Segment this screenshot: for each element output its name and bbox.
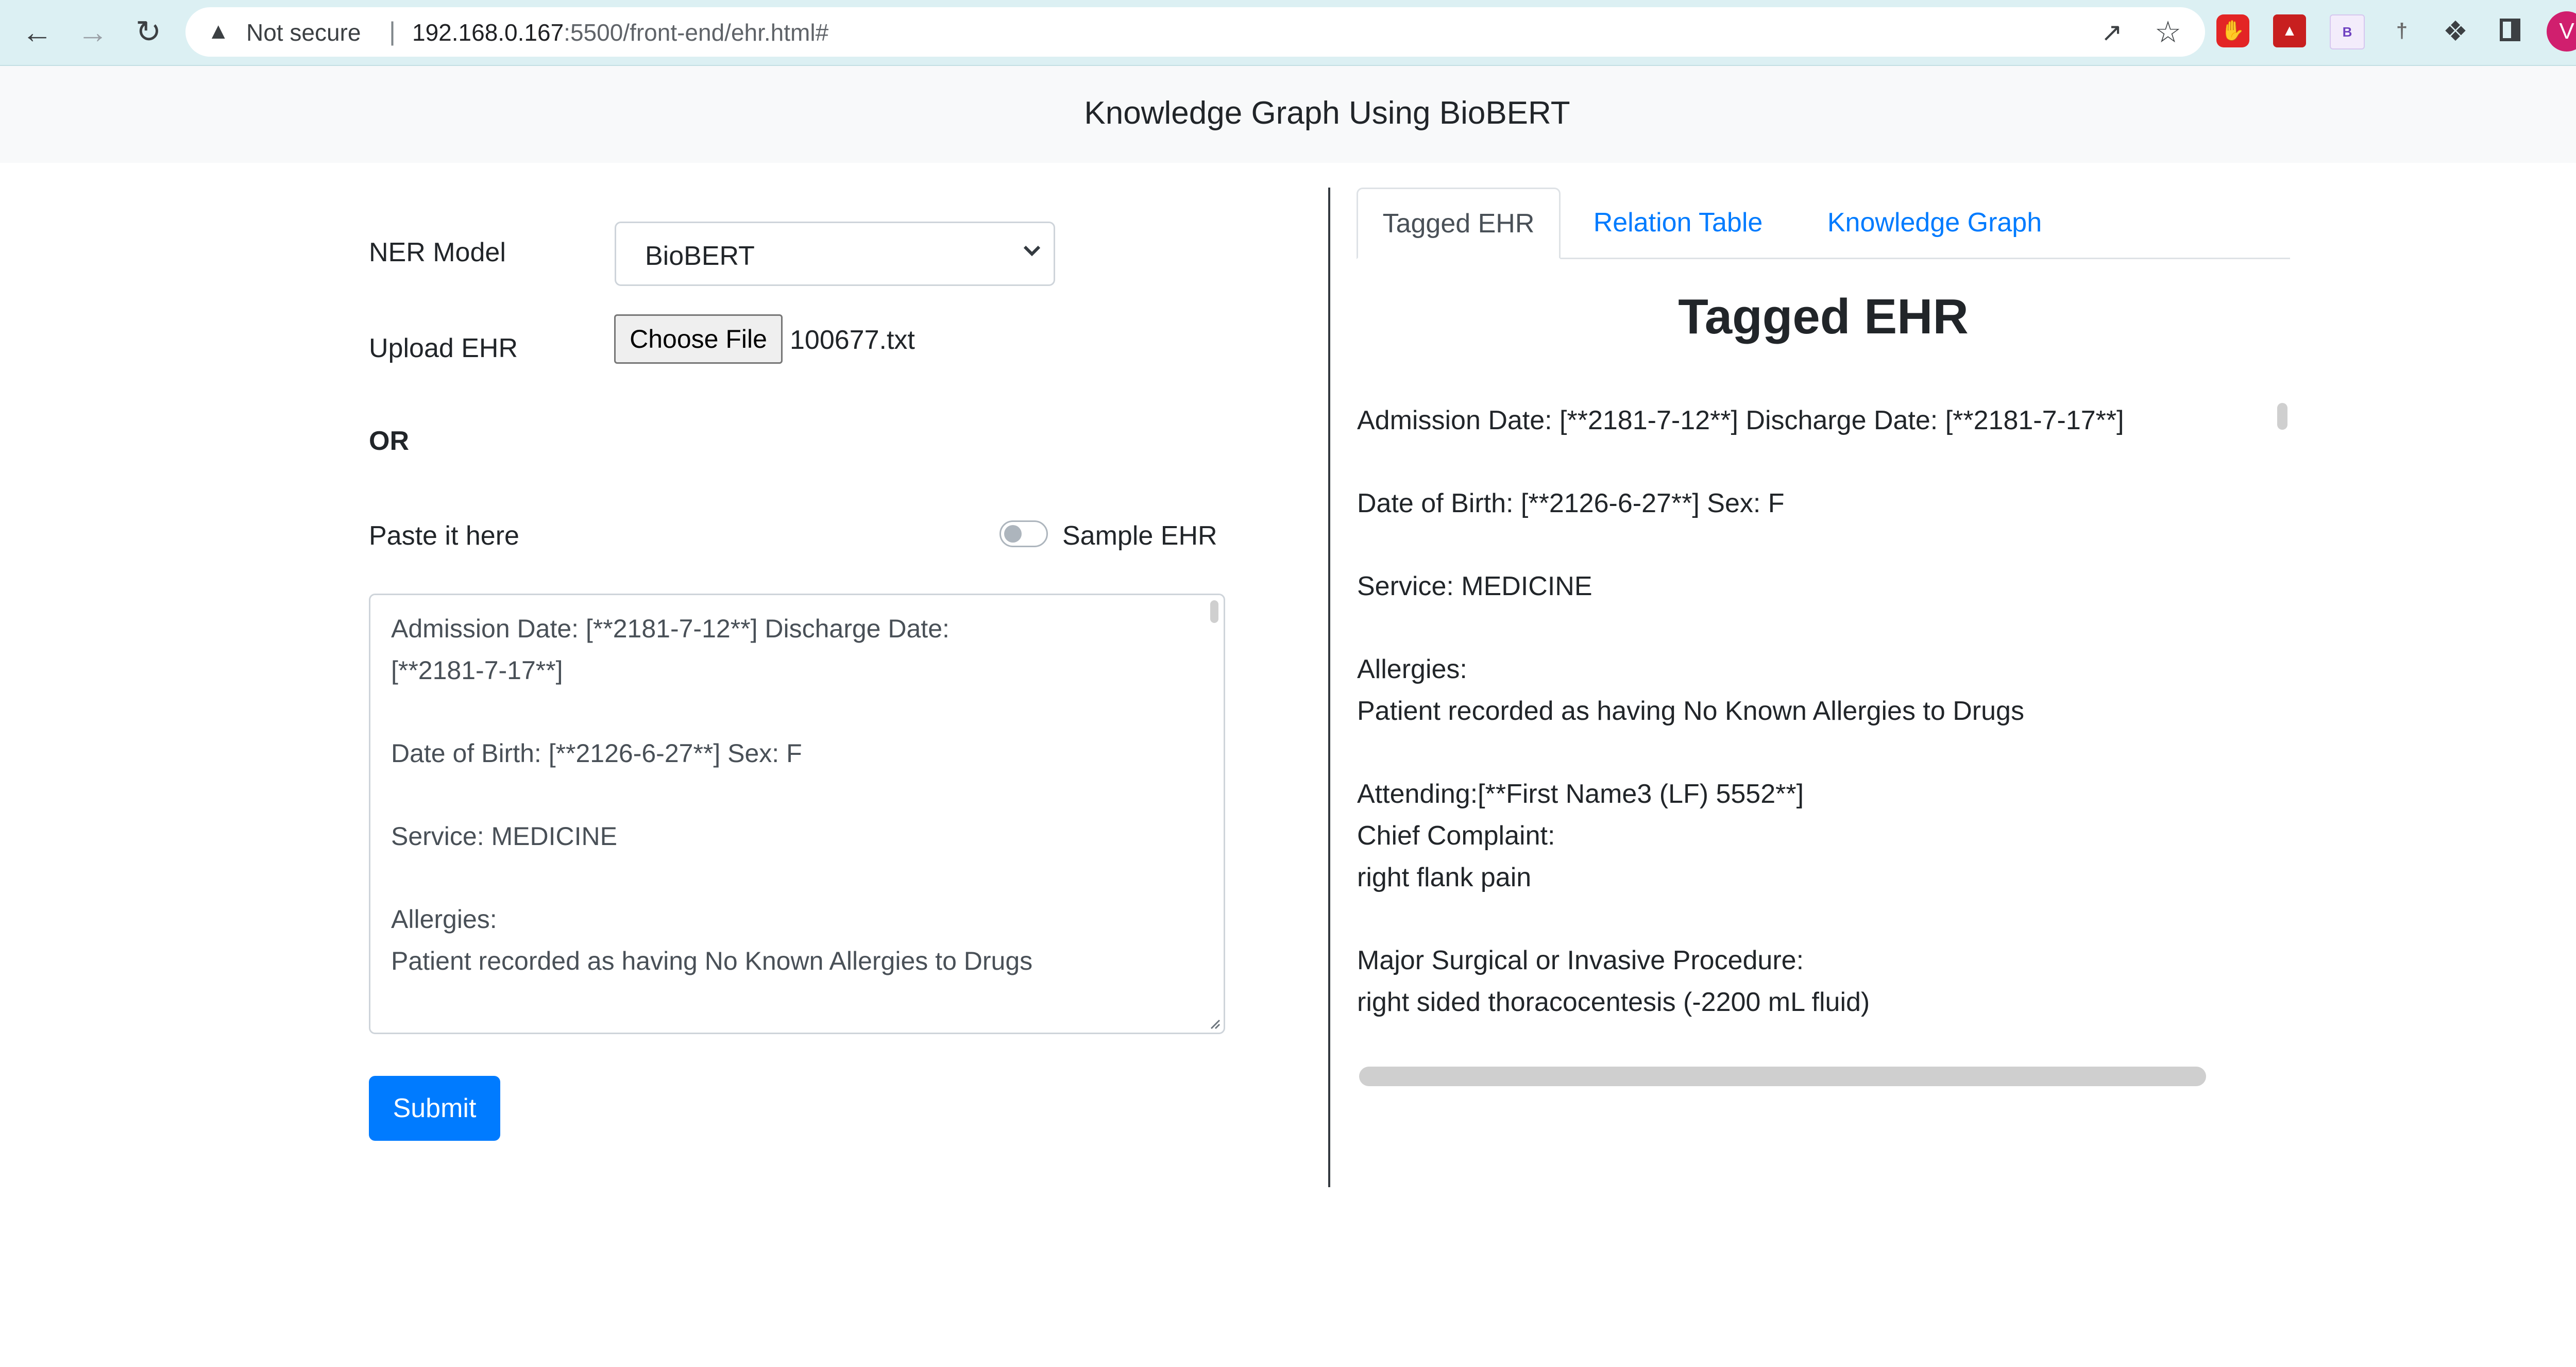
sample-ehr-toggle[interactable] (999, 520, 1048, 547)
tab-tagged-ehr[interactable]: Tagged EHR (1357, 188, 1561, 259)
app-title: Knowledge Graph Using BioBERT (1084, 95, 1570, 131)
security-status[interactable]: Not secure (246, 19, 361, 46)
adblock-extension-icon[interactable]: ✋ (2216, 14, 2249, 47)
ner-model-label: NER Model (369, 238, 506, 267)
bootstrap-extension-icon[interactable]: B (2330, 14, 2365, 49)
tagged-line: Date of Birth: [**2126-6-27**] Sex: F (1357, 488, 1785, 518)
browser-toolbar: ← → ↻ ▲ Not secure | 192.168.0.167:5500/… (0, 0, 2576, 66)
textarea-line: Admission Date: [**2181-7-12**] Discharg… (391, 614, 950, 643)
selected-file-name: 100677.txt (790, 325, 915, 355)
extensions-puzzle-icon[interactable]: ❖ (2439, 14, 2472, 47)
pdf-extension-icon[interactable]: ▲ (2273, 14, 2306, 47)
tagged-line: Allergies: (1357, 654, 1467, 684)
resize-grip-icon[interactable] (1208, 1017, 1221, 1030)
url-path: :5500/front-end/ehr.html# (564, 19, 829, 46)
url-separator: | (389, 17, 396, 46)
textarea-line: Allergies: (391, 905, 497, 934)
tagged-line: Admission Date: [**2181-7-12**] Discharg… (1357, 406, 2124, 435)
tagged-line: Service: MEDICINE (1357, 571, 1592, 601)
tagged-vertical-scrollbar[interactable] (2277, 403, 2287, 430)
or-separator: OR (369, 426, 409, 456)
app-navbar: Knowledge Graph Using BioBERT (0, 66, 2576, 163)
tab-relation-table[interactable]: Relation Table (1565, 188, 1791, 258)
screen-capture-extension-icon[interactable]: † (2385, 14, 2418, 47)
sample-ehr-label[interactable]: Sample EHR (1062, 520, 1217, 551)
tagged-line: Major Surgical or Invasive Procedure: (1357, 946, 1804, 975)
bookmark-star-icon[interactable]: ☆ (2155, 14, 2181, 49)
ner-model-select[interactable]: BioBERT (615, 222, 1055, 286)
submit-button[interactable]: Submit (369, 1076, 500, 1141)
back-arrow-icon[interactable]: ← (16, 11, 58, 53)
share-icon[interactable]: ↗ (2101, 18, 2123, 47)
textarea-line: [**2181-7-17**] (391, 656, 563, 685)
ehr-textarea[interactable]: Admission Date: [**2181-7-12**] Discharg… (369, 594, 1225, 1034)
textarea-line: Service: MEDICINE (391, 822, 617, 851)
side-panel-icon[interactable] (2500, 19, 2520, 41)
tagged-line: right sided thoracocentesis (-2200 mL fl… (1357, 987, 1870, 1017)
warning-icon: ▲ (207, 19, 230, 44)
tagged-line: Chief Complaint: (1357, 821, 1555, 851)
chevron-down-icon (1023, 245, 1041, 257)
textarea-line: Patient recorded as having No Known Alle… (391, 947, 1033, 975)
textarea-line: Date of Birth: [**2126-6-27**] Sex: F (391, 739, 802, 768)
tagged-line: Patient recorded as having No Known Alle… (1357, 696, 2024, 726)
tagged-horizontal-scrollbar[interactable] (1359, 1067, 2206, 1086)
profile-avatar[interactable]: V (2547, 11, 2576, 52)
url-host: 192.168.0.167 (412, 19, 564, 46)
upload-ehr-label: Upload EHR (369, 333, 518, 363)
choose-file-button[interactable]: Choose File (614, 314, 783, 364)
url-text[interactable]: 192.168.0.167:5500/front-end/ehr.html# (412, 19, 828, 46)
vertical-divider (1328, 188, 1330, 1187)
toggle-knob (1004, 525, 1022, 543)
address-bar[interactable]: ▲ Not secure | 192.168.0.167:5500/front-… (185, 7, 2205, 57)
tagged-line: right flank pain (1357, 863, 1532, 892)
tab-knowledge-graph[interactable]: Knowledge Graph (1795, 188, 2074, 258)
reload-icon[interactable]: ↻ (128, 11, 169, 53)
paste-label: Paste it here (369, 521, 519, 551)
tagged-line: Attending:[**First Name3 (LF) 5552**] (1357, 779, 1804, 809)
ner-model-value: BioBERT (645, 241, 755, 271)
tab-bar: Tagged EHR Relation Table Knowledge Grap… (1357, 188, 2290, 259)
textarea-scrollbar[interactable] (1210, 600, 1218, 623)
tagged-ehr-heading: Tagged EHR (1678, 289, 1969, 344)
forward-arrow-icon[interactable]: → (72, 11, 113, 53)
